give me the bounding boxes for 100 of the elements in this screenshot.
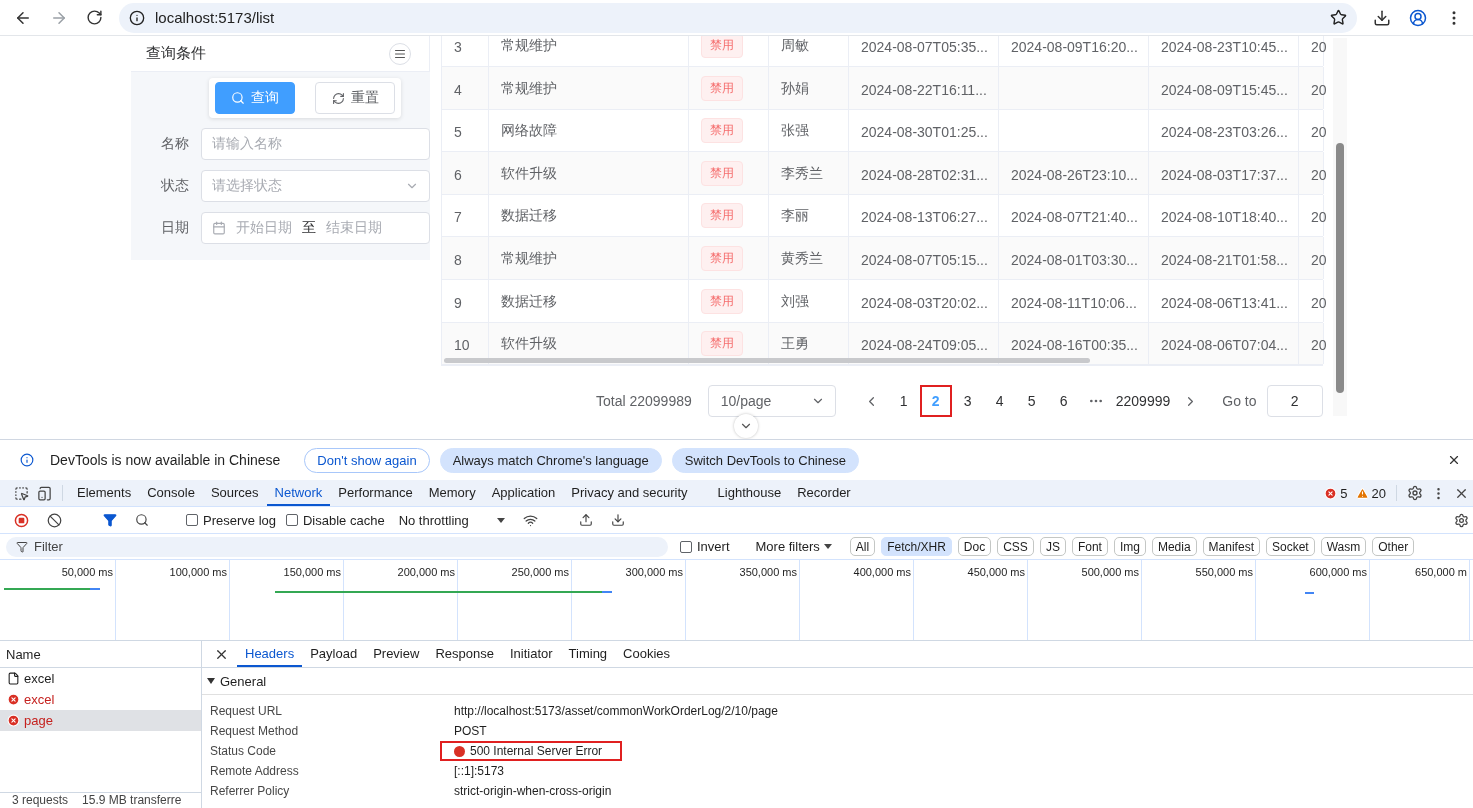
wifi-icon[interactable] xyxy=(522,512,538,528)
page-button[interactable]: 2209999 xyxy=(1111,385,1175,418)
header-value: [::1]:5173 xyxy=(454,764,505,778)
caret-icon xyxy=(823,544,832,549)
row-number-cell: 9 xyxy=(442,279,489,322)
time-tick: 50,000 ms xyxy=(61,566,113,578)
checkbox[interactable]: Disable cache xyxy=(286,512,385,528)
device-toolbar-icon[interactable] xyxy=(37,485,52,501)
header-value: http://localhost:5173/asset/commonWorkOrderLog/2/10/page xyxy=(454,704,778,718)
record-icon[interactable] xyxy=(14,512,29,528)
filter-field[interactable]: Filter xyxy=(6,536,668,557)
table-cell: 20 xyxy=(1299,237,1324,279)
date-cell: 2024-08-03T17:37... xyxy=(1149,152,1299,194)
throttling-select[interactable]: No throttling xyxy=(394,512,509,528)
inspect-icon[interactable] xyxy=(14,485,29,501)
table-cell: 20 xyxy=(1299,322,1324,365)
type-filter-chip[interactable]: Fetch/XHR xyxy=(881,537,952,556)
devtools-tab[interactable]: Sources xyxy=(202,480,267,506)
detail-tab[interactable]: Cookies xyxy=(615,641,679,667)
download-icon[interactable] xyxy=(610,513,625,527)
vertical-scrollbar[interactable] xyxy=(1333,38,1347,416)
type-filter-chip[interactable]: Wasm xyxy=(1320,537,1367,556)
type-filter-chip[interactable]: Other xyxy=(1372,537,1415,556)
detail-tab[interactable]: Headers xyxy=(237,641,303,667)
field-label: 状态 xyxy=(161,177,189,195)
horizontal-scrollbar[interactable] xyxy=(444,358,1090,364)
devtools-tab[interactable]: Privacy and security xyxy=(563,480,696,506)
type-cell: 数据迁移 xyxy=(489,279,689,322)
date-cell: 2024-08-23T10:45... xyxy=(1149,36,1299,66)
close-icon[interactable] xyxy=(1447,453,1461,467)
menu-button[interactable] xyxy=(389,42,411,65)
time-tick: 300,000 ms xyxy=(625,566,683,578)
detail-tab[interactable]: Payload xyxy=(302,641,366,667)
infobar-button[interactable]: Switch DevTools to Chinese xyxy=(671,447,859,473)
address-bar[interactable]: localhost:5173/list xyxy=(119,2,1357,33)
page-button[interactable]: 6 xyxy=(1047,385,1080,418)
request-item[interactable]: page xyxy=(0,710,201,731)
settings-icon[interactable] xyxy=(1407,485,1423,501)
more-filters-button[interactable]: More filters xyxy=(749,538,838,555)
field-label: 日期 xyxy=(161,219,189,237)
checkbox[interactable]: Preserve log xyxy=(186,512,276,528)
infobar-button[interactable]: Always match Chrome's language xyxy=(439,447,662,473)
row-number-cell: 5 xyxy=(442,109,489,152)
filter-icon[interactable] xyxy=(103,513,117,527)
total-count: Total 22099989 xyxy=(596,393,692,410)
page-button[interactable]: 3 xyxy=(951,385,984,418)
status-tag: 禁用 xyxy=(701,288,743,314)
error-count[interactable]: 5 xyxy=(1320,480,1352,506)
reset-button[interactable]: 重置 xyxy=(315,82,395,114)
search-icon[interactable] xyxy=(135,513,149,527)
info-icon xyxy=(20,453,34,467)
type-cell: 常规维护 xyxy=(489,36,689,66)
table-cell: 20 xyxy=(1299,194,1324,237)
detail-tab[interactable]: Timing xyxy=(560,641,616,667)
devtools-tab[interactable]: Memory xyxy=(420,480,484,506)
type-filter-chip[interactable]: CSS xyxy=(997,537,1034,556)
type-filter-chip[interactable]: Font xyxy=(1071,537,1108,556)
devtools-tab[interactable]: Performance xyxy=(330,480,421,506)
page-button[interactable]: 4 xyxy=(983,385,1016,418)
page-button[interactable]: 5 xyxy=(1015,385,1048,418)
goto-input[interactable]: 2 xyxy=(1266,385,1323,418)
warning-icon xyxy=(1355,486,1369,500)
detail-tab[interactable]: Response xyxy=(427,641,502,667)
time-tick: 650,000 m xyxy=(1415,566,1467,578)
date-cell: 2024-08-28T02:31... xyxy=(849,152,999,194)
clear-icon[interactable] xyxy=(47,512,62,528)
type-filter-chip[interactable]: Manifest xyxy=(1202,537,1260,556)
type-filter-chip[interactable]: Socket xyxy=(1265,537,1315,556)
type-filter-chip[interactable]: Media xyxy=(1151,537,1197,556)
invert-checkbox[interactable]: Invert xyxy=(680,539,730,554)
devtools-tab[interactable]: Recorder xyxy=(789,480,859,506)
table-cell: 20 xyxy=(1299,279,1324,322)
date-cell: 2024-08-23T03:26... xyxy=(1149,109,1299,152)
date-cell: 2024-08-07T05:15... xyxy=(849,237,999,279)
date-cell: 2024-08-07T21:40... xyxy=(999,194,1149,237)
profile-icon[interactable] xyxy=(1409,8,1427,27)
reload-icon[interactable] xyxy=(86,9,103,26)
star-icon[interactable] xyxy=(1330,9,1347,26)
detail-tab[interactable]: Preview xyxy=(365,641,428,667)
type-filter-chip[interactable]: JS xyxy=(1039,537,1066,556)
page-button[interactable]: 1 xyxy=(887,385,920,418)
detail-tab[interactable]: Initiator xyxy=(501,641,561,667)
type-filter-chip[interactable]: All xyxy=(849,537,876,556)
settings-icon[interactable] xyxy=(1454,512,1469,528)
devtools-tab[interactable]: Lighthouse xyxy=(709,480,790,506)
collapse-handle[interactable] xyxy=(734,414,758,438)
section-header[interactable]: General xyxy=(202,668,1473,695)
devtools-tab[interactable]: Application xyxy=(483,480,564,506)
devtools-tab[interactable]: Network xyxy=(266,480,331,506)
date-range-field[interactable]: 开始日期 至 结束日期 xyxy=(201,212,430,244)
devtools-tab[interactable]: Elements xyxy=(69,480,140,506)
upload-icon[interactable] xyxy=(578,513,593,527)
type-filter-chip[interactable]: Doc xyxy=(957,537,992,556)
type-filter-chip[interactable]: Img xyxy=(1113,537,1146,556)
devtools-tab[interactable]: Console xyxy=(139,480,203,506)
infobar-button[interactable]: Don't show again xyxy=(304,447,430,473)
header-name: Status Code xyxy=(209,744,278,758)
status-text: 3 requests xyxy=(12,793,69,808)
download-icon[interactable] xyxy=(1373,8,1391,27)
warning-count[interactable]: 20 xyxy=(1351,480,1390,506)
